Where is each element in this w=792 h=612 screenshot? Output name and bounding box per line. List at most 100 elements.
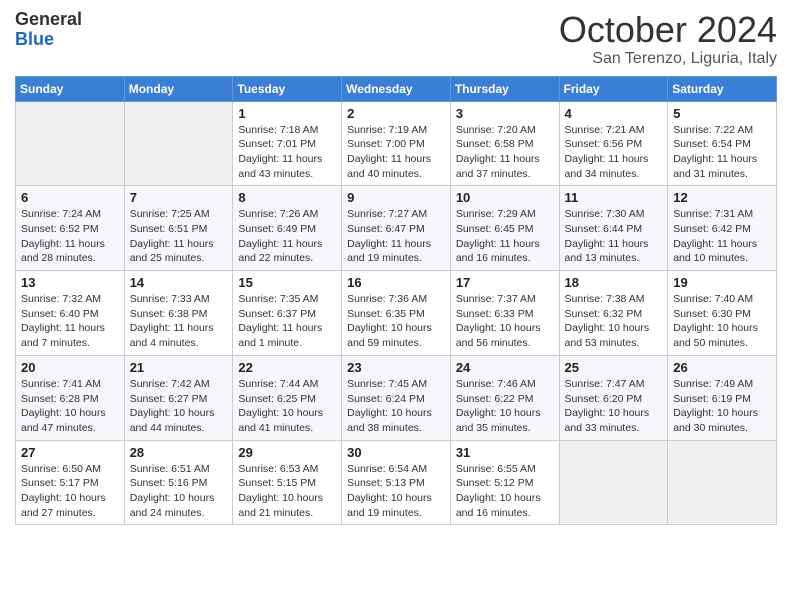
daylight-text: Daylight: 10 hours and 33 minutes. bbox=[565, 407, 650, 434]
sunset-text: Sunset: 5:15 PM bbox=[238, 477, 316, 489]
day-number: 20 bbox=[21, 360, 119, 375]
day-number: 4 bbox=[565, 106, 663, 121]
day-header-thursday: Thursday bbox=[450, 76, 559, 101]
calendar-cell: 12Sunrise: 7:31 AMSunset: 6:42 PMDayligh… bbox=[668, 186, 777, 271]
day-info: Sunrise: 7:40 AMSunset: 6:30 PMDaylight:… bbox=[673, 292, 771, 351]
calendar-week-row: 6 Sunrise: 7:24 AM Sunset: 6:52 PM Daylight… bbox=[16, 186, 777, 271]
daylight-text: Daylight: 10 hours and 30 minutes. bbox=[673, 407, 758, 434]
daylight-text: Daylight: 11 hours and 22 minutes. bbox=[238, 238, 322, 265]
sunset-text: Sunset: 6:24 PM bbox=[347, 393, 425, 405]
daylight-text: Daylight: 10 hours and 38 minutes. bbox=[347, 407, 432, 434]
day-header-friday: Friday bbox=[559, 76, 668, 101]
calendar-cell: 9Sunrise: 7:27 AMSunset: 6:47 PMDaylight… bbox=[342, 186, 451, 271]
daylight-text: Daylight: 10 hours and 44 minutes. bbox=[130, 407, 215, 434]
calendar-cell: 26Sunrise: 7:49 AMSunset: 6:19 PMDayligh… bbox=[668, 355, 777, 440]
sunrise-text: Sunrise: 6:50 AM bbox=[21, 463, 101, 475]
day-info: Sunrise: 7:47 AMSunset: 6:20 PMDaylight:… bbox=[565, 377, 663, 436]
daylight-text: Daylight: 10 hours and 59 minutes. bbox=[347, 322, 432, 349]
calendar-cell: 6Sunrise: 7:24 AMSunset: 6:52 PMDaylight… bbox=[16, 186, 125, 271]
sunset-text: Sunset: 6:51 PM bbox=[130, 223, 208, 235]
sunrise-text: Sunrise: 7:21 AM bbox=[565, 124, 645, 136]
day-number: 1 bbox=[238, 106, 336, 121]
day-number: 15 bbox=[238, 275, 336, 290]
day-info: Sunrise: 6:51 AMSunset: 5:16 PMDaylight:… bbox=[130, 462, 228, 521]
calendar-cell: 21Sunrise: 7:42 AMSunset: 6:27 PMDayligh… bbox=[124, 355, 233, 440]
daylight-text: Daylight: 11 hours and 40 minutes. bbox=[347, 153, 431, 180]
daylight-text: Daylight: 10 hours and 47 minutes. bbox=[21, 407, 106, 434]
sunset-text: Sunset: 5:12 PM bbox=[456, 477, 534, 489]
day-number: 21 bbox=[130, 360, 228, 375]
sunset-text: Sunset: 6:42 PM bbox=[673, 223, 751, 235]
sunrise-text: Sunrise: 7:24 AM bbox=[21, 208, 101, 220]
daylight-text: Daylight: 10 hours and 21 minutes. bbox=[238, 492, 323, 519]
day-number: 24 bbox=[456, 360, 554, 375]
calendar-cell: 27Sunrise: 6:50 AMSunset: 5:17 PMDayligh… bbox=[16, 440, 125, 525]
daylight-text: Daylight: 10 hours and 50 minutes. bbox=[673, 322, 758, 349]
sunrise-text: Sunrise: 7:27 AM bbox=[347, 208, 427, 220]
calendar-cell: 18Sunrise: 7:38 AMSunset: 6:32 PMDayligh… bbox=[559, 271, 668, 356]
sunset-text: Sunset: 6:32 PM bbox=[565, 308, 643, 320]
sunset-text: Sunset: 6:20 PM bbox=[565, 393, 643, 405]
sunset-text: Sunset: 6:44 PM bbox=[565, 223, 643, 235]
daylight-text: Daylight: 11 hours and 13 minutes. bbox=[565, 238, 649, 265]
calendar-table: SundayMondayTuesdayWednesdayThursdayFrid… bbox=[15, 76, 777, 526]
sunset-text: Sunset: 6:19 PM bbox=[673, 393, 751, 405]
day-info: Sunrise: 7:36 AMSunset: 6:35 PMDaylight:… bbox=[347, 292, 445, 351]
day-info: Sunrise: 6:54 AMSunset: 5:13 PMDaylight:… bbox=[347, 462, 445, 521]
daylight-text: Daylight: 11 hours and 7 minutes. bbox=[21, 322, 105, 349]
daylight-text: Daylight: 11 hours and 37 minutes. bbox=[456, 153, 540, 180]
sunrise-text: Sunrise: 7:29 AM bbox=[456, 208, 536, 220]
calendar-cell: 10Sunrise: 7:29 AMSunset: 6:45 PMDayligh… bbox=[450, 186, 559, 271]
calendar-cell: 20Sunrise: 7:41 AMSunset: 6:28 PMDayligh… bbox=[16, 355, 125, 440]
day-number: 11 bbox=[565, 190, 663, 205]
logo-general: General bbox=[15, 10, 82, 30]
sunrise-text: Sunrise: 7:45 AM bbox=[347, 378, 427, 390]
sunrise-text: Sunrise: 7:32 AM bbox=[21, 293, 101, 305]
sunset-text: Sunset: 6:25 PM bbox=[238, 393, 316, 405]
calendar-cell: 1Sunrise: 7:18 AMSunset: 7:01 PMDaylight… bbox=[233, 101, 342, 186]
sunset-text: Sunset: 6:54 PM bbox=[673, 138, 751, 150]
sunset-text: Sunset: 6:52 PM bbox=[21, 223, 99, 235]
day-number: 14 bbox=[130, 275, 228, 290]
day-number: 22 bbox=[238, 360, 336, 375]
sunrise-text: Sunrise: 7:18 AM bbox=[238, 124, 318, 136]
daylight-text: Daylight: 10 hours and 27 minutes. bbox=[21, 492, 106, 519]
calendar-cell: 13 Sunrise: 7:32 AMSunset: 6:40 PMDayligh… bbox=[16, 271, 125, 356]
sunrise-text: Sunrise: 7:22 AM bbox=[673, 124, 753, 136]
sunset-text: Sunset: 6:58 PM bbox=[456, 138, 534, 150]
daylight-text: Daylight: 11 hours and 34 minutes. bbox=[565, 153, 649, 180]
day-number: 26 bbox=[673, 360, 771, 375]
calendar-week-row: 20Sunrise: 7:41 AMSunset: 6:28 PMDayligh… bbox=[16, 355, 777, 440]
day-number: 10 bbox=[456, 190, 554, 205]
day-number: 23 bbox=[347, 360, 445, 375]
location-title: San Terenzo, Liguria, Italy bbox=[559, 50, 777, 68]
logo-blue: Blue bbox=[15, 30, 82, 50]
day-info: Sunrise: 7:46 AMSunset: 6:22 PMDaylight:… bbox=[456, 377, 554, 436]
sunrise-text: Sunrise: 7:20 AM bbox=[456, 124, 536, 136]
calendar-cell: 29Sunrise: 6:53 AMSunset: 5:15 PMDayligh… bbox=[233, 440, 342, 525]
calendar-week-row: 27Sunrise: 6:50 AMSunset: 5:17 PMDayligh… bbox=[16, 440, 777, 525]
sunset-text: Sunset: 5:13 PM bbox=[347, 477, 425, 489]
calendar-cell: 15Sunrise: 7:35 AMSunset: 6:37 PMDayligh… bbox=[233, 271, 342, 356]
sunrise-text: Sunrise: 7:31 AM bbox=[673, 208, 753, 220]
calendar-cell: 16Sunrise: 7:36 AMSunset: 6:35 PMDayligh… bbox=[342, 271, 451, 356]
sunrise-text: Sunrise: 7:36 AM bbox=[347, 293, 427, 305]
sunrise-text: Sunrise: 7:35 AM bbox=[238, 293, 318, 305]
daylight-text: Daylight: 10 hours and 35 minutes. bbox=[456, 407, 541, 434]
day-info: Sunrise: 6:55 AMSunset: 5:12 PMDaylight:… bbox=[456, 462, 554, 521]
calendar-header-row: SundayMondayTuesdayWednesdayThursdayFrid… bbox=[16, 76, 777, 101]
day-number: 6 bbox=[21, 190, 119, 205]
day-info: Sunrise: 7:32 AMSunset: 6:40 PMDaylight:… bbox=[21, 292, 119, 351]
daylight-text: Daylight: 11 hours and 1 minute. bbox=[238, 322, 322, 349]
month-title: October 2024 bbox=[559, 10, 777, 50]
day-number: 29 bbox=[238, 445, 336, 460]
daylight-text: Daylight: 10 hours and 16 minutes. bbox=[456, 492, 541, 519]
calendar-cell: 19Sunrise: 7:40 AMSunset: 6:30 PMDayligh… bbox=[668, 271, 777, 356]
sunrise-text: Sunrise: 7:42 AM bbox=[130, 378, 210, 390]
sunset-text: Sunset: 6:56 PM bbox=[565, 138, 643, 150]
day-header-wednesday: Wednesday bbox=[342, 76, 451, 101]
day-number: 13 bbox=[21, 275, 119, 290]
day-info: Sunrise: 7:37 AMSunset: 6:33 PMDaylight:… bbox=[456, 292, 554, 351]
day-number: 25 bbox=[565, 360, 663, 375]
day-info: Sunrise: 7:19 AMSunset: 7:00 PMDaylight:… bbox=[347, 123, 445, 182]
